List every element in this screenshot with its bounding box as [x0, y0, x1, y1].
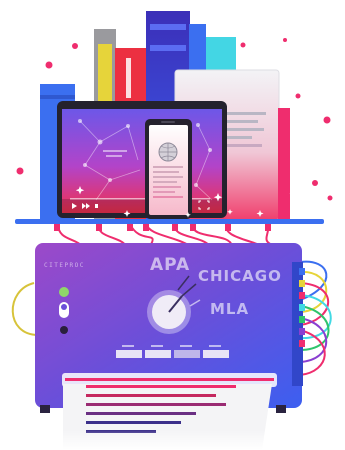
volume-icon	[95, 204, 98, 208]
dial-label-chicago: CHICAGO	[198, 267, 282, 285]
printed-bibliography	[55, 384, 285, 450]
illustration	[11, 11, 333, 450]
brand-label: CITEPROC	[44, 262, 85, 269]
phone	[145, 119, 192, 219]
pink-book	[278, 108, 290, 220]
dial-label-mla: MLA	[210, 300, 250, 318]
tablet	[57, 101, 227, 218]
cable-plugs	[54, 224, 271, 231]
shelf	[15, 219, 324, 224]
power-led	[59, 287, 69, 297]
dial-label-apa: APA	[150, 255, 191, 275]
indicator-light	[60, 326, 68, 334]
